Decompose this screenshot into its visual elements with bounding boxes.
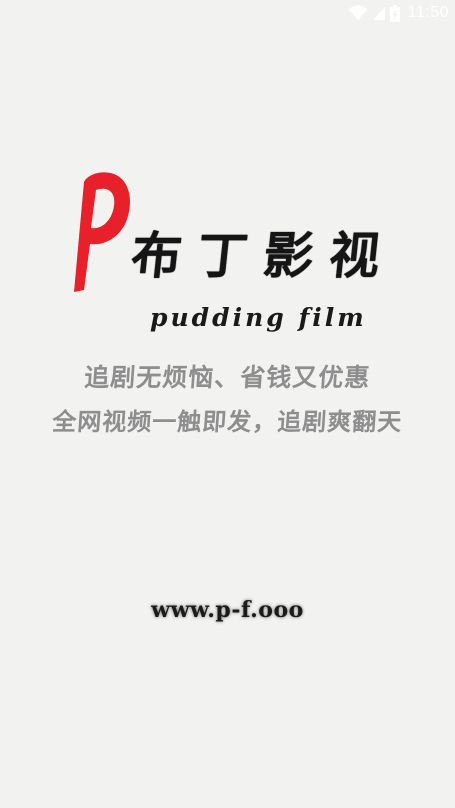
- battery-charging-icon: [389, 4, 400, 22]
- status-icons: 11:50: [348, 2, 449, 24]
- app-logo: 布丁影视 pudding film: [66, 168, 399, 338]
- slogan-line-2: 全网视频一触即发，追剧爽翻天: [51, 407, 404, 436]
- slogan-line-1: 追剧无烦恼、省钱又优惠: [83, 363, 372, 392]
- status-bar: 11:50: [0, 0, 455, 26]
- app-name-english: pudding film: [150, 303, 367, 332]
- wifi-icon: [348, 5, 368, 21]
- logo-p-mark: [74, 172, 130, 292]
- splash-screen: 11:50 布丁影视 pudding film 追剧无烦恼、省钱又优惠 全网视频…: [0, 0, 455, 808]
- website-url: www.p-f.ooo: [151, 597, 304, 623]
- status-time: 11:50: [407, 4, 449, 21]
- app-name: 布丁影视: [128, 226, 399, 285]
- signal-icon: [372, 5, 386, 21]
